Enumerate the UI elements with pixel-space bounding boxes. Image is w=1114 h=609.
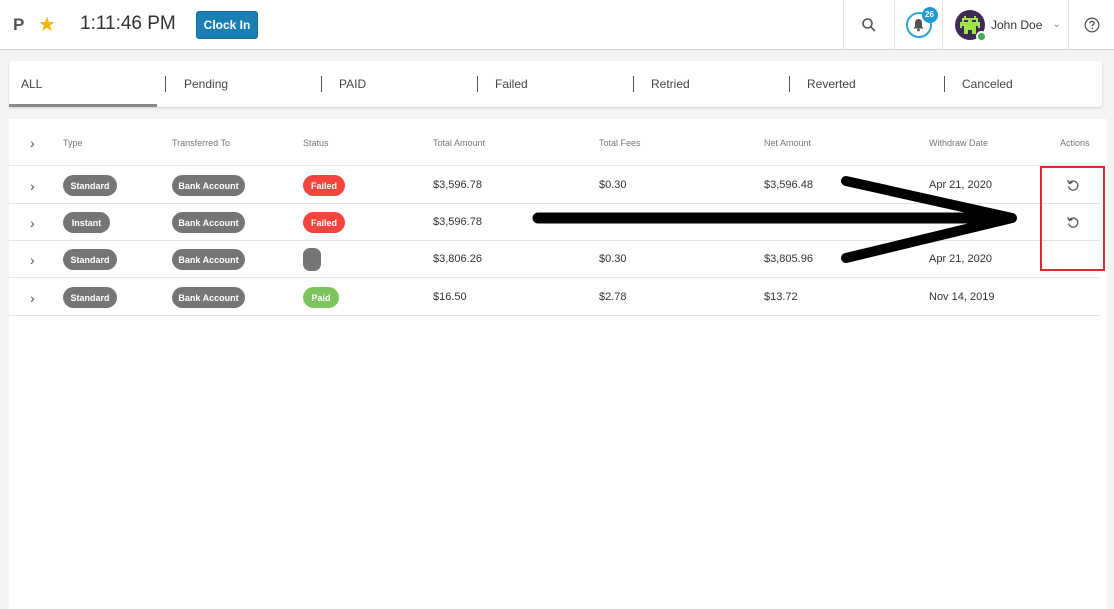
annotation-highlight-box xyxy=(1040,166,1105,271)
annotation-arrow xyxy=(532,176,1017,263)
